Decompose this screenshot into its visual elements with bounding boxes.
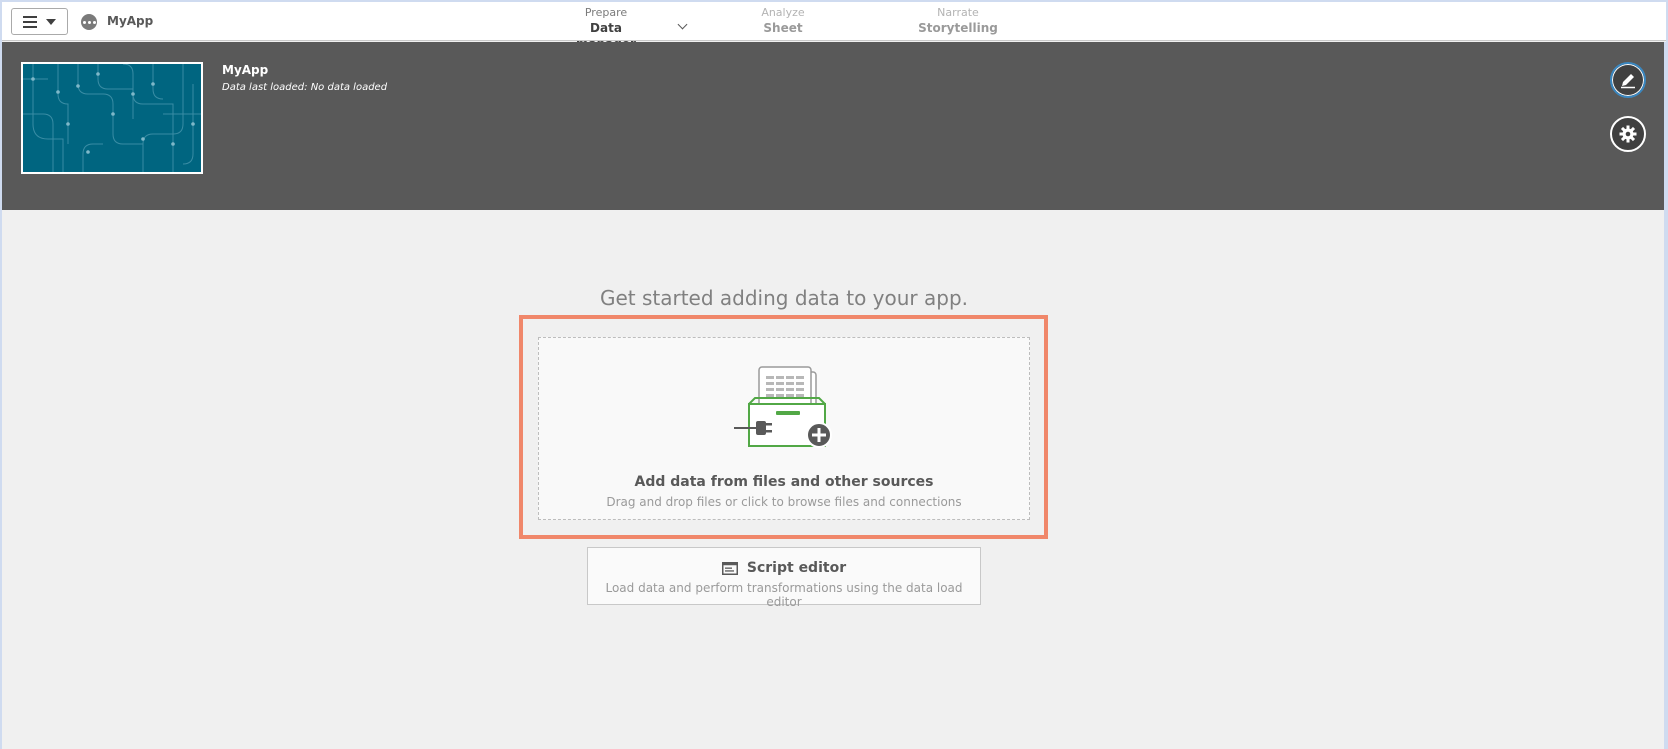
add-data-subtitle: Drag and drop files or click to browse f… (606, 495, 962, 509)
vertical-scrollbar[interactable] (1664, 42, 1666, 749)
hamburger-icon (23, 15, 37, 28)
app-window: MyApp Prepare Data manager Analyze Sheet… (2, 2, 1666, 749)
chevron-down-icon[interactable] (677, 19, 688, 30)
script-editor-title: Script editor (746, 560, 847, 576)
script-icon (721, 561, 738, 575)
tab-analyze-label: Sheet (763, 21, 803, 35)
tab-prepare-category: Prepare (584, 6, 628, 19)
global-menu-button[interactable] (11, 8, 68, 35)
app-title: MyApp (222, 63, 269, 77)
edit-button[interactable] (1610, 62, 1646, 98)
script-editor-subtitle: Load data and perform transformations us… (605, 581, 963, 609)
circuit-pattern-icon (23, 64, 201, 172)
tab-analyze[interactable]: Analyze Sheet (748, 6, 818, 36)
add-data-icon (734, 366, 832, 448)
edit-icon (1621, 74, 1635, 89)
get-started-title: Get started adding data to your app. (599, 286, 969, 310)
app-thumbnail[interactable] (21, 62, 203, 174)
tab-analyze-category: Analyze (761, 6, 805, 19)
settings-button[interactable] (1610, 116, 1646, 152)
plus-icon (806, 422, 832, 448)
app-overview-header: MyApp Data last loaded: No data loaded (2, 42, 1666, 210)
script-editor-heading: Script editor (588, 560, 980, 576)
tab-narrate-category: Narrate (937, 6, 979, 19)
add-data-dropzone[interactable]: Add data from files and other sources Dr… (538, 337, 1030, 520)
tab-narrate-label: Storytelling (918, 21, 998, 35)
app-name: MyApp (107, 14, 154, 28)
add-data-title: Add data from files and other sources (634, 474, 934, 490)
gear-icon (1619, 125, 1637, 143)
top-toolbar: MyApp Prepare Data manager Analyze Sheet… (2, 2, 1666, 51)
tab-narrate[interactable]: Narrate Storytelling (916, 6, 1000, 36)
app-options-icon[interactable] (81, 14, 97, 30)
script-editor-button[interactable]: Script editor Load data and perform tran… (587, 547, 981, 609)
caret-down-icon (46, 18, 56, 25)
data-last-loaded: Data last loaded: No data loaded (222, 82, 388, 93)
